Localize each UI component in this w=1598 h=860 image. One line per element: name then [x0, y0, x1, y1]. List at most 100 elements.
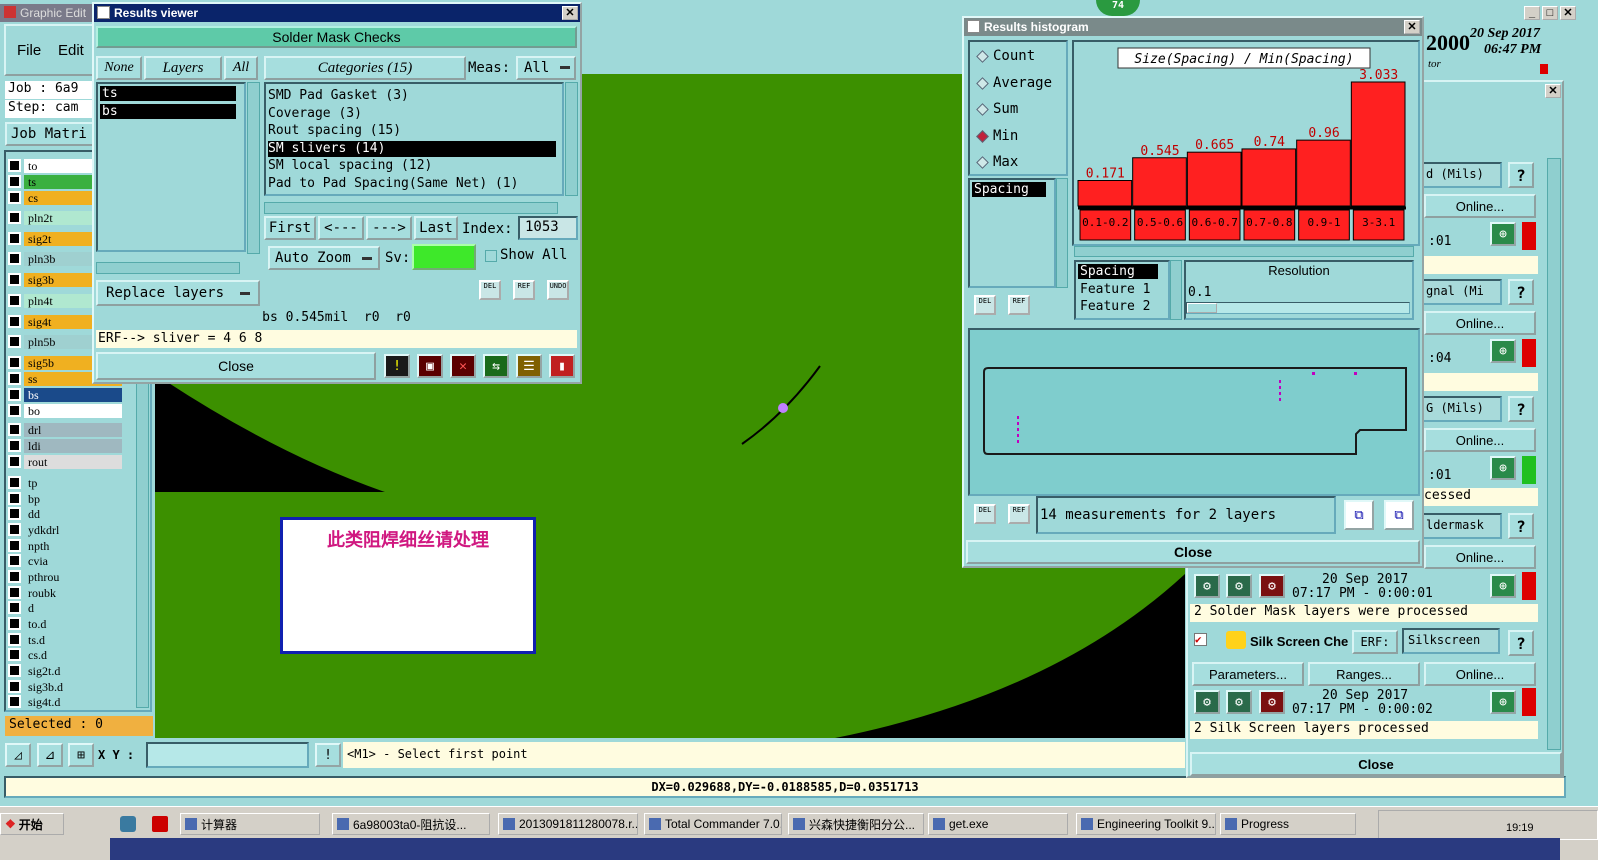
compare-icon[interactable]: ⇆ — [483, 354, 509, 378]
layer-name[interactable]: ydkdrl — [24, 522, 122, 537]
layer-checkbox[interactable] — [8, 252, 21, 265]
histogram-close-button[interactable]: Close — [966, 540, 1420, 564]
histogram-bar[interactable] — [1186, 151, 1242, 207]
delete-icon[interactable]: ✕ — [450, 354, 476, 378]
layer-name[interactable]: pthrou — [24, 569, 122, 584]
feature-item[interactable]: Spacing — [1078, 264, 1158, 279]
mode-label[interactable]: Count — [993, 48, 1035, 64]
layer-checkbox[interactable] — [8, 356, 21, 369]
layer-name[interactable]: bs — [24, 387, 122, 402]
layer-row[interactable]: tp — [8, 475, 122, 490]
layer-row[interactable]: ts.d — [8, 632, 122, 647]
zoom-plus-icon[interactable]: ⊕ — [1490, 339, 1516, 363]
layer-checkbox[interactable] — [8, 232, 21, 245]
notes-icon[interactable]: ☰ — [516, 354, 542, 378]
analysis-scrollbar[interactable] — [1547, 158, 1561, 750]
last-button[interactable]: Last — [414, 216, 458, 240]
layer-checkbox[interactable] — [8, 680, 21, 693]
meas-dropdown[interactable]: All — [516, 56, 576, 80]
layer-row[interactable]: dd — [8, 506, 122, 521]
analysis-close-button[interactable]: Close — [1190, 752, 1562, 776]
category-item[interactable]: Rout spacing (15) — [268, 123, 556, 139]
start-button[interactable]: ❖ 开始 — [0, 813, 64, 835]
feature-item[interactable]: Feature 1 — [1078, 282, 1158, 297]
taskbar-item[interactable]: 2013091811280078.r... — [498, 813, 638, 835]
hist-ref-icon-2[interactable]: REF — [1008, 504, 1030, 524]
layer-checkbox[interactable] — [8, 476, 21, 489]
layer-checkbox[interactable] — [8, 570, 21, 583]
run-icon-5[interactable]: ⚙ — [1226, 690, 1252, 714]
export-icon-1[interactable]: ⧉ — [1344, 500, 1374, 530]
layer-row[interactable]: to.d — [8, 616, 122, 631]
alert-icon[interactable]: ! — [315, 743, 341, 767]
layer-name[interactable]: sig2t.d — [24, 663, 122, 678]
layer-checkbox[interactable] — [8, 423, 21, 436]
layer-checkbox[interactable] — [8, 404, 21, 417]
prev-button[interactable]: <--- — [318, 216, 364, 240]
sv-color-selector[interactable] — [412, 244, 476, 270]
help-button[interactable]: ? — [1508, 396, 1534, 422]
mode-label[interactable]: Sum — [993, 101, 1018, 117]
auto-zoom-dropdown[interactable]: Auto Zoom — [268, 246, 380, 270]
layer-checkbox[interactable] — [8, 372, 21, 385]
layers-none-button[interactable]: None — [96, 56, 142, 80]
layer-checkbox[interactable] — [8, 507, 21, 520]
rv-layer-vscroll[interactable] — [247, 82, 260, 254]
rv-close-button[interactable]: Close — [96, 352, 376, 380]
histogram-hscroll[interactable] — [1074, 246, 1414, 257]
layer-checkbox[interactable] — [8, 191, 21, 204]
resolution-slider-handle[interactable] — [1187, 303, 1217, 313]
online-button-silk[interactable]: Online... — [1424, 662, 1536, 686]
job-matrix-button[interactable]: Job Matri — [5, 122, 95, 146]
rv-category-hscroll[interactable] — [264, 202, 558, 214]
category-item[interactable]: SM slivers (14) — [268, 140, 556, 157]
layer-name[interactable]: bo — [24, 403, 122, 418]
layer-name[interactable]: dd — [24, 506, 122, 521]
layer-name[interactable]: tp — [24, 475, 122, 490]
layer-checkbox[interactable] — [8, 586, 21, 599]
layer-name[interactable]: rout — [24, 454, 122, 469]
zoom-plus-icon[interactable]: ⊕ — [1490, 456, 1516, 480]
run-icon-2[interactable]: ⚙ — [1226, 574, 1252, 598]
hist-del-icon-2[interactable]: DEL — [974, 504, 996, 524]
histogram-bar[interactable] — [1296, 139, 1351, 207]
index-input[interactable]: 1053 — [518, 216, 578, 240]
report-icon[interactable]: ▣ — [417, 354, 443, 378]
layer-row[interactable]: sig3b.d — [8, 679, 122, 694]
layer-name[interactable]: npth — [24, 538, 122, 553]
layer-checkbox[interactable] — [8, 617, 21, 630]
online-button[interactable]: Online... — [1424, 545, 1536, 569]
zoom-plus-icon[interactable]: ⊕ — [1490, 222, 1516, 246]
spacing-scroll[interactable] — [1056, 178, 1068, 288]
layer-checkbox[interactable] — [8, 554, 21, 567]
category-item[interactable]: Coverage (3) — [268, 106, 556, 122]
category-item[interactable]: SM local spacing (12) — [268, 158, 556, 174]
first-button[interactable]: First — [264, 216, 316, 240]
layer-checkbox[interactable] — [8, 388, 21, 401]
layer-checkbox[interactable] — [8, 539, 21, 552]
layer-checkbox[interactable] — [8, 294, 21, 307]
silk-checkbox[interactable]: ✔ — [1194, 633, 1207, 646]
help-button[interactable]: ? — [1508, 162, 1534, 188]
menu-edit[interactable]: Edit — [58, 42, 84, 59]
taskbar-item[interactable]: 计算器 — [180, 813, 320, 835]
layer-checkbox[interactable] — [8, 695, 21, 708]
categories-button[interactable]: Categories (15) — [264, 56, 466, 80]
layer-row[interactable]: pthrou — [8, 569, 122, 584]
histogram-bar[interactable] — [1241, 148, 1297, 207]
layer-row[interactable]: d — [8, 600, 122, 615]
feature-item[interactable]: Feature 2 — [1078, 299, 1158, 314]
parameters-button[interactable]: Parameters... — [1192, 662, 1304, 686]
layer-row[interactable]: npth — [8, 538, 122, 553]
hist-del-icon[interactable]: DEL — [974, 295, 996, 315]
layer-checkbox[interactable] — [8, 335, 21, 348]
resolution-slider[interactable] — [1186, 302, 1410, 314]
layer-name[interactable]: sig4t.d — [24, 694, 122, 709]
replace-layers-dropdown[interactable]: Replace layers — [96, 280, 260, 306]
category-item[interactable]: Pad to Pad Spacing(Same Net) (1) — [268, 176, 556, 192]
run-icon-1[interactable]: ⚙ — [1194, 574, 1220, 598]
taskbar-item[interactable]: Engineering Toolkit 9.... — [1076, 813, 1216, 835]
layer-row[interactable]: cs.d — [8, 647, 122, 662]
layers-all-button[interactable]: All — [224, 56, 258, 80]
rv-layer-hscroll[interactable] — [96, 262, 240, 274]
